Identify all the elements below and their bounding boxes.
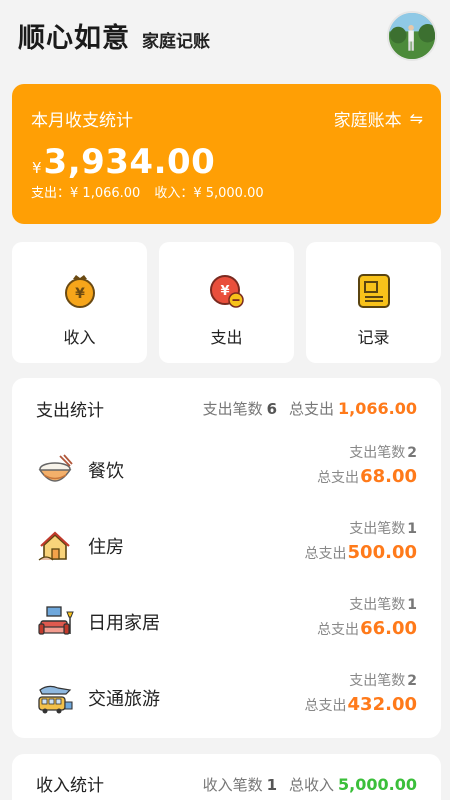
category-count: 支出笔数 2: [349, 670, 417, 690]
app-title: 顺心如意: [18, 23, 130, 54]
record-book-icon: [357, 274, 390, 308]
category-total-label: 总支出: [304, 546, 347, 562]
record-action-button[interactable]: 记录: [306, 242, 441, 363]
income-stats-card: 收入统计 收入笔数 1 总收入 5,000.00: [12, 754, 441, 800]
swap-icon: ⇋: [409, 109, 423, 128]
rice-bowl-icon: [38, 454, 73, 482]
account-book-label: 家庭账本: [333, 111, 402, 131]
category-count-value: 2: [407, 673, 417, 689]
category-total-value: 432.00: [347, 694, 417, 715]
balance-value: 3,934.00: [43, 142, 216, 182]
user-avatar[interactable]: [387, 11, 437, 61]
expense-coin-icon: ¥: [209, 275, 244, 308]
income-action-button[interactable]: ¥ 收入: [12, 242, 147, 363]
expense-count: 6: [266, 400, 278, 418]
record-action-label: 记录: [357, 328, 390, 347]
income-stats-title: 收入统计: [36, 776, 104, 796]
category-count-value: 2: [407, 445, 417, 461]
category-count: 支出笔数 1: [349, 518, 417, 538]
income-action-label: 收入: [63, 328, 96, 347]
expense-category-row[interactable]: 餐饮 支出笔数 2 总支出 68.00: [12, 434, 441, 504]
category-count: 支出笔数 1: [349, 594, 417, 614]
category-total: 总支出 66.00: [317, 618, 417, 639]
balance: ¥ 3,934.00: [32, 142, 215, 182]
app-subtitle: 家庭记账: [142, 32, 210, 52]
category-count-label: 支出笔数: [349, 597, 406, 613]
category-total: 总支出 500.00: [305, 542, 417, 563]
category-total: 总支出 432.00: [305, 694, 417, 715]
app-header: 顺心如意 家庭记账: [0, 0, 450, 72]
income-label: 收入：: [154, 186, 194, 201]
summary-title: 本月收支统计: [31, 111, 133, 131]
summary-breakdown: 支出：¥ 1,066.00 收入：¥ 5,000.00: [31, 182, 264, 201]
user-avatar-photo: [389, 13, 435, 59]
income-total: 5,000.00: [338, 775, 417, 794]
category-total-label: 总支出: [317, 622, 360, 638]
category-count-label: 支出笔数: [349, 673, 406, 689]
svg-text:¥: ¥: [220, 284, 229, 299]
bus-icon: [38, 685, 73, 714]
category-total: 总支出 68.00: [317, 466, 417, 487]
expense-category-row[interactable]: 住房 支出笔数 1 总支出 500.00: [12, 510, 441, 580]
quick-actions: ¥ 收入 ¥ 支出 记录: [12, 242, 441, 363]
monthly-summary-card: 本月收支统计 家庭账本 ⇋ ¥ 3,934.00 支出：¥ 1,066.00 收…: [12, 84, 441, 224]
expense-stats-card: 支出统计 支出笔数 6 总支出 1,066.00 餐饮 支出笔数 2 总支出 68.…: [12, 378, 441, 738]
expense-category-row[interactable]: 交通旅游 支出笔数 2 总支出 432.00: [12, 662, 441, 732]
currency-symbol: ¥: [32, 159, 42, 177]
income-coin-icon: ¥: [64, 275, 95, 308]
category-total-label: 总支出: [304, 698, 347, 714]
income-count: 1: [266, 776, 278, 794]
expense-value: ¥ 1,066.00: [70, 186, 141, 201]
expense-action-label: 支出: [210, 328, 243, 347]
expense-category-row[interactable]: 日用家居 支出笔数 1 总支出 66.00: [12, 586, 441, 656]
expense-stats-summary: 支出笔数 6 总支出 1,066.00: [203, 398, 417, 419]
category-name: 餐饮: [88, 461, 124, 482]
category-name: 住房: [88, 537, 124, 558]
category-count-label: 支出笔数: [349, 521, 406, 537]
category-total-label: 总支出: [317, 470, 360, 486]
category-name: 日用家居: [88, 613, 160, 634]
category-count-value: 1: [407, 597, 417, 613]
expense-label: 支出：: [31, 186, 71, 201]
category-total-value: 68.00: [360, 466, 417, 487]
category-total-value: 66.00: [360, 618, 417, 639]
sofa-icon: [38, 606, 74, 635]
income-total-label: 总收入: [289, 776, 335, 794]
category-total-value: 500.00: [347, 542, 417, 563]
expense-total-label: 总支出: [289, 400, 335, 418]
income-count-label: 收入笔数: [202, 776, 263, 794]
expense-count-label: 支出笔数: [202, 400, 263, 418]
income-value: ¥ 5,000.00: [193, 186, 264, 201]
expense-stats-title: 支出统计: [36, 401, 104, 421]
expense-total: 1,066.00: [338, 399, 417, 418]
expense-action-button[interactable]: ¥ 支出: [159, 242, 294, 363]
svg-text:¥: ¥: [75, 286, 85, 302]
category-name: 交通旅游: [88, 689, 160, 710]
house-icon: [38, 531, 70, 561]
income-stats-summary: 收入笔数 1 总收入 5,000.00: [203, 774, 417, 795]
category-count-value: 1: [407, 521, 417, 537]
account-book-switch[interactable]: 家庭账本 ⇋: [334, 106, 423, 131]
category-count: 支出笔数 2: [349, 442, 417, 462]
category-count-label: 支出笔数: [349, 445, 406, 461]
